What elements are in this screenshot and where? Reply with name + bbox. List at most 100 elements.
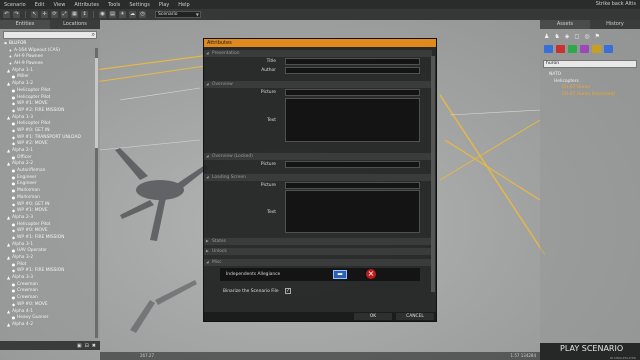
groups-icon[interactable]: ♞ bbox=[554, 33, 559, 43]
scale-icon[interactable]: ⤢ bbox=[61, 11, 68, 18]
tree-item[interactable]: ▲ Alpha 2-1 bbox=[3, 148, 100, 155]
locked-picture-input[interactable] bbox=[285, 161, 420, 168]
tab-entities[interactable]: Entities bbox=[0, 20, 50, 29]
asset-tree-item[interactable]: CH-67 Huron (Unarmed) bbox=[544, 92, 640, 99]
tree-item[interactable]: ✈ AH-9 Pawnee bbox=[3, 61, 100, 68]
side-color-swatch[interactable] bbox=[544, 45, 553, 53]
scrollbar-thumb[interactable] bbox=[95, 58, 98, 148]
menu-settings[interactable]: Settings bbox=[129, 2, 150, 8]
overview-picture-input[interactable] bbox=[285, 89, 420, 96]
tree-item[interactable]: ▲ Alpha 2-3 bbox=[3, 215, 100, 222]
tree-item[interactable]: ▲ Alpha 4-2 bbox=[3, 322, 100, 329]
vertical-icon[interactable]: ↕ bbox=[81, 11, 88, 18]
markers-icon[interactable]: ⚑ bbox=[595, 33, 600, 43]
section-misc[interactable]: ◢ Misc bbox=[204, 259, 432, 266]
tree-item[interactable]: ◆ WP #0: MOVE bbox=[3, 302, 100, 309]
menu-scenario[interactable]: Scenario bbox=[4, 2, 26, 8]
tree-item[interactable]: ● UAV Operator bbox=[3, 248, 100, 255]
modules-icon[interactable]: ◈ bbox=[565, 33, 570, 43]
tree-item[interactable]: ◆ WP #2: FIRE MISSION bbox=[3, 108, 100, 115]
collapse-icon[interactable]: ⊟ bbox=[85, 343, 89, 349]
search-icon[interactable]: ⌕ bbox=[92, 31, 95, 39]
tree-item[interactable]: ● Marksman bbox=[3, 188, 100, 195]
section-overview-locked[interactable]: ◢ Overview (Locked) bbox=[204, 153, 432, 160]
binarize-checkbox[interactable]: ✓ bbox=[285, 288, 291, 294]
light-icon[interactable]: ☀ bbox=[119, 11, 126, 18]
tree-item[interactable]: ▲ Alpha 3-2 bbox=[3, 255, 100, 262]
tab-assets[interactable]: Assets bbox=[540, 20, 590, 29]
side-color-swatch[interactable] bbox=[604, 45, 613, 53]
tree-item[interactable]: ● Helicopter Pilot bbox=[3, 121, 100, 128]
redo-icon[interactable]: ↷ bbox=[13, 11, 20, 18]
menu-edit[interactable]: Edit bbox=[35, 2, 45, 8]
new-folder-icon[interactable]: ▣ bbox=[77, 343, 82, 349]
weather-icon[interactable]: ☁ bbox=[129, 11, 136, 18]
overview-text-area[interactable] bbox=[285, 98, 420, 142]
side-color-swatch[interactable] bbox=[580, 45, 589, 53]
close-icon[interactable]: × bbox=[366, 269, 376, 279]
entities-scrollbar[interactable] bbox=[95, 48, 98, 338]
move-icon[interactable]: ✛ bbox=[41, 11, 48, 18]
tree-item[interactable]: ● Autorifleman bbox=[3, 168, 100, 175]
undo-icon[interactable]: ↶ bbox=[3, 11, 10, 18]
delete-icon[interactable]: ✖ bbox=[92, 343, 96, 349]
menu-play[interactable]: Play bbox=[159, 2, 169, 8]
tree-item[interactable]: ◆ WP #1: MOVE bbox=[3, 101, 100, 108]
menu-attributes[interactable]: Attributes bbox=[74, 2, 99, 8]
tree-item[interactable]: ▲ Alpha 1-2 bbox=[3, 81, 100, 88]
window-title: Strike back Altis bbox=[595, 1, 636, 7]
section-presentation[interactable]: ◢ Presentation bbox=[204, 50, 432, 57]
tree-item[interactable]: ◆ WP #1: FIRE MISSION bbox=[3, 235, 100, 242]
tree-item[interactable]: ● Crewman bbox=[3, 295, 100, 302]
tab-locations[interactable]: Locations bbox=[50, 20, 100, 29]
tree-item[interactable]: ▲ Alpha 3-3 bbox=[3, 275, 100, 282]
units-icon[interactable]: ♟ bbox=[544, 33, 549, 43]
loading-text-area[interactable] bbox=[285, 190, 420, 233]
section-loading-screen[interactable]: ◢ Loading Screen bbox=[204, 174, 432, 181]
title-input[interactable] bbox=[285, 58, 420, 65]
dialog-scrollbar[interactable] bbox=[431, 56, 435, 320]
side-color-swatch[interactable] bbox=[556, 45, 565, 53]
section-overview[interactable]: ◢ Overview bbox=[204, 81, 432, 88]
section-states[interactable]: ▶ States bbox=[204, 238, 432, 245]
play-scenario-button[interactable]: PLAY SCENARIO IN SINGLEPLAYER bbox=[540, 343, 640, 360]
select-icon[interactable]: ↖ bbox=[31, 11, 38, 18]
tree-item[interactable]: ◆ WP #0: GET IN bbox=[3, 128, 100, 135]
waypoints-icon[interactable]: ◎ bbox=[584, 33, 589, 43]
map-icon[interactable]: ▤ bbox=[109, 11, 116, 18]
ok-button[interactable]: OK bbox=[354, 313, 392, 320]
grid-icon[interactable]: ▦ bbox=[71, 11, 78, 18]
plane-icon: ✈ bbox=[8, 47, 13, 53]
tree-item[interactable]: ◆ WP #2: MOVE bbox=[3, 141, 100, 148]
menu-help[interactable]: Help bbox=[178, 2, 189, 8]
loading-text-row: Text bbox=[204, 190, 432, 233]
tree-item[interactable]: ● Marksman bbox=[3, 195, 100, 202]
tree-item[interactable]: ◆ WP #1: MOVE bbox=[3, 208, 100, 215]
side-color-swatch[interactable] bbox=[592, 45, 601, 53]
cancel-button[interactable]: CANCEL bbox=[396, 313, 434, 320]
author-input[interactable] bbox=[285, 67, 420, 74]
camera-icon[interactable]: ◉ bbox=[99, 11, 106, 18]
section-unlock[interactable]: ▶ Unlock bbox=[204, 248, 432, 255]
tab-history[interactable]: History bbox=[590, 20, 640, 29]
tree-item[interactable]: ● Helicopter Pilot bbox=[3, 88, 100, 95]
mode-select[interactable]: Scenario ▼ bbox=[155, 11, 201, 18]
dialog-scrollbar-thumb[interactable] bbox=[431, 56, 435, 292]
assets-search-input[interactable]: huron bbox=[543, 60, 637, 68]
tree-item[interactable]: ⚑ BLUFOR bbox=[3, 41, 100, 48]
rotate-icon[interactable]: ⟳ bbox=[51, 11, 58, 18]
menu-tools[interactable]: Tools bbox=[108, 2, 120, 8]
time-icon[interactable]: ◷ bbox=[139, 11, 146, 18]
entities-search-input[interactable]: ⌕ bbox=[3, 31, 97, 39]
side-color-swatch[interactable] bbox=[568, 45, 577, 53]
section-overview-locked-label: Overview (Locked) bbox=[212, 154, 253, 159]
blufor-flag-icon[interactable]: ▀▀ bbox=[333, 270, 347, 279]
waypoint-icon: ◆ bbox=[11, 127, 16, 133]
cursor-coordinates: 1.57 134284 bbox=[510, 353, 536, 358]
triggers-icon[interactable]: ◻ bbox=[574, 33, 579, 43]
loading-picture-input[interactable] bbox=[285, 182, 420, 189]
tree-item[interactable]: ◆ WP #0: MOVE bbox=[3, 228, 100, 235]
tree-item[interactable]: ● Heavy Gunner bbox=[3, 315, 100, 322]
menu-view[interactable]: View bbox=[53, 2, 65, 8]
binarize-row: Binarize the Scenario File ✓ bbox=[204, 288, 432, 296]
